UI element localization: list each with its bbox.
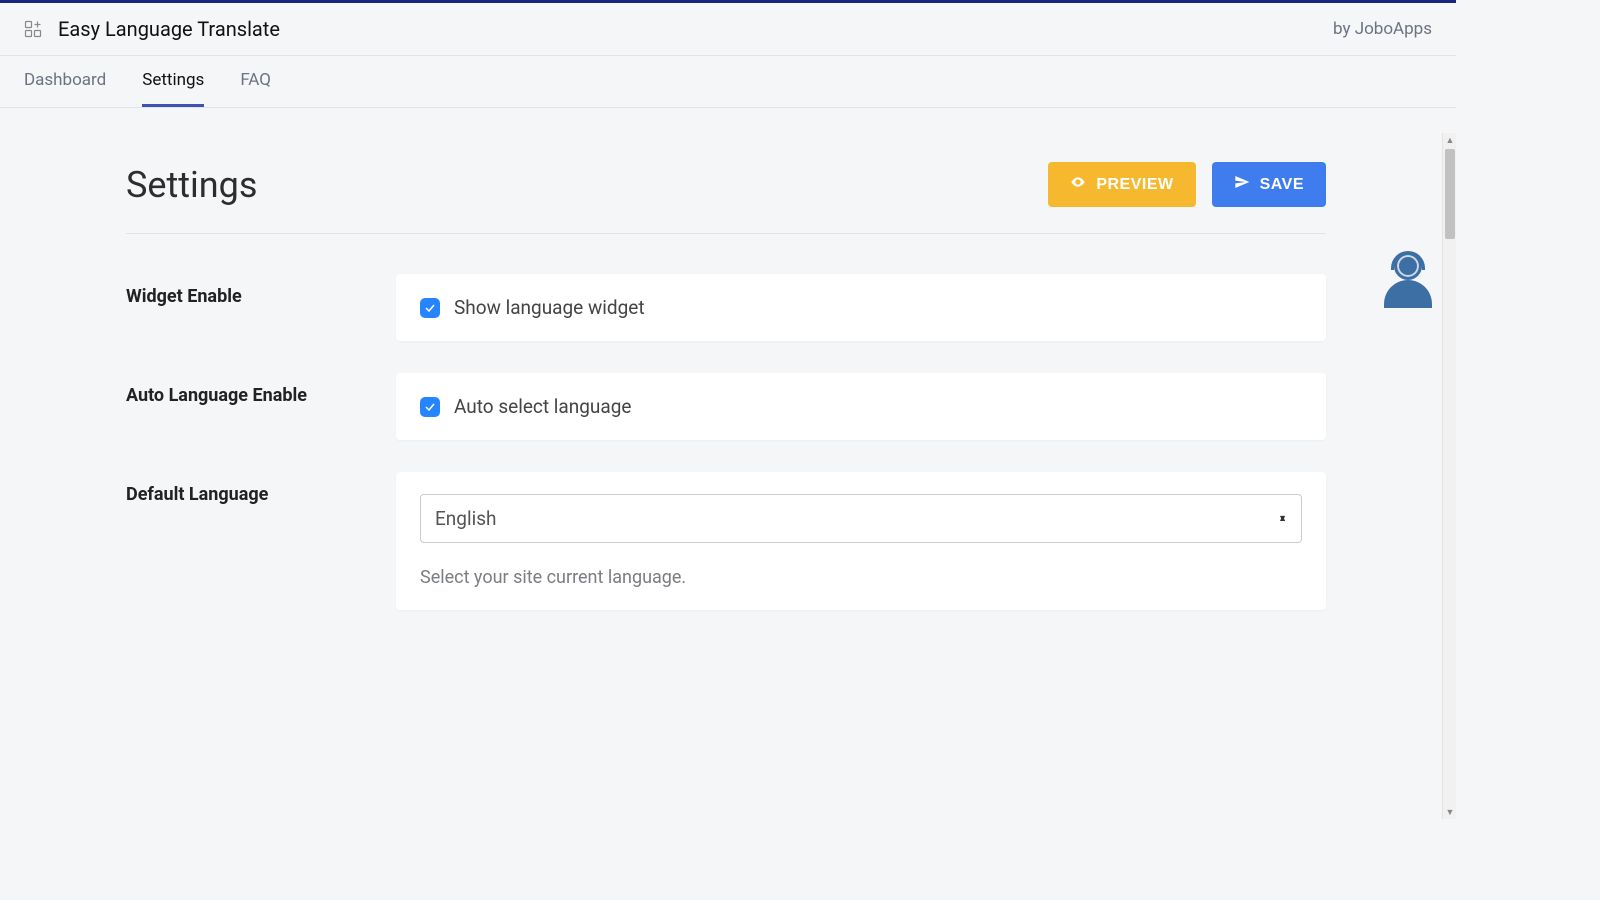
tab-bar: Dashboard Settings FAQ bbox=[0, 56, 1456, 108]
checkbox-auto-language[interactable] bbox=[420, 397, 440, 417]
header-bar: Easy Language Translate by JoboApps bbox=[0, 3, 1456, 56]
save-button[interactable]: SAVE bbox=[1212, 162, 1326, 207]
label-default-language: Default Language bbox=[126, 472, 396, 505]
scroll-down-icon[interactable]: ▼ bbox=[1443, 805, 1457, 819]
tab-faq[interactable]: FAQ bbox=[240, 56, 271, 107]
helper-default-language: Select your site current language. bbox=[420, 567, 1302, 588]
save-label: SAVE bbox=[1260, 176, 1304, 194]
select-value: English bbox=[435, 507, 496, 530]
label-widget-enable: Widget Enable bbox=[126, 274, 396, 307]
page-title: Settings bbox=[126, 164, 257, 206]
checkbox-auto-language-label: Auto select language bbox=[454, 395, 631, 418]
label-auto-language: Auto Language Enable bbox=[126, 373, 396, 406]
app-title: Easy Language Translate bbox=[58, 17, 280, 41]
tab-settings[interactable]: Settings bbox=[142, 56, 204, 107]
select-default-language[interactable]: English ▲▼ bbox=[420, 494, 1302, 543]
scroll-thumb[interactable] bbox=[1445, 149, 1455, 239]
preview-label: PREVIEW bbox=[1096, 176, 1173, 194]
checkbox-show-widget-label: Show language widget bbox=[454, 296, 645, 319]
card-widget-enable: Show language widget bbox=[396, 274, 1326, 341]
vertical-scrollbar[interactable]: ▲ ▼ bbox=[1442, 133, 1456, 819]
card-default-language: English ▲▼ Select your site current lang… bbox=[396, 472, 1326, 610]
app-logo-icon bbox=[24, 20, 42, 38]
support-agent-icon[interactable] bbox=[1382, 248, 1434, 308]
eye-icon bbox=[1070, 174, 1086, 195]
content-scroll[interactable]: Settings PREVIEW SAVE Widget Enable bbox=[0, 130, 1442, 819]
by-line: by JoboApps bbox=[1333, 19, 1432, 39]
row-default-language: Default Language English ▲▼ Select your … bbox=[126, 472, 1326, 610]
row-widget-enable: Widget Enable Show language widget bbox=[126, 274, 1326, 341]
page-header: Settings PREVIEW SAVE bbox=[126, 162, 1326, 234]
send-icon bbox=[1234, 174, 1250, 195]
tab-dashboard[interactable]: Dashboard bbox=[24, 56, 106, 107]
row-auto-language: Auto Language Enable Auto select languag… bbox=[126, 373, 1326, 440]
scroll-up-icon[interactable]: ▲ bbox=[1443, 133, 1457, 147]
card-auto-language: Auto select language bbox=[396, 373, 1326, 440]
checkbox-show-widget[interactable] bbox=[420, 298, 440, 318]
preview-button[interactable]: PREVIEW bbox=[1048, 162, 1195, 207]
